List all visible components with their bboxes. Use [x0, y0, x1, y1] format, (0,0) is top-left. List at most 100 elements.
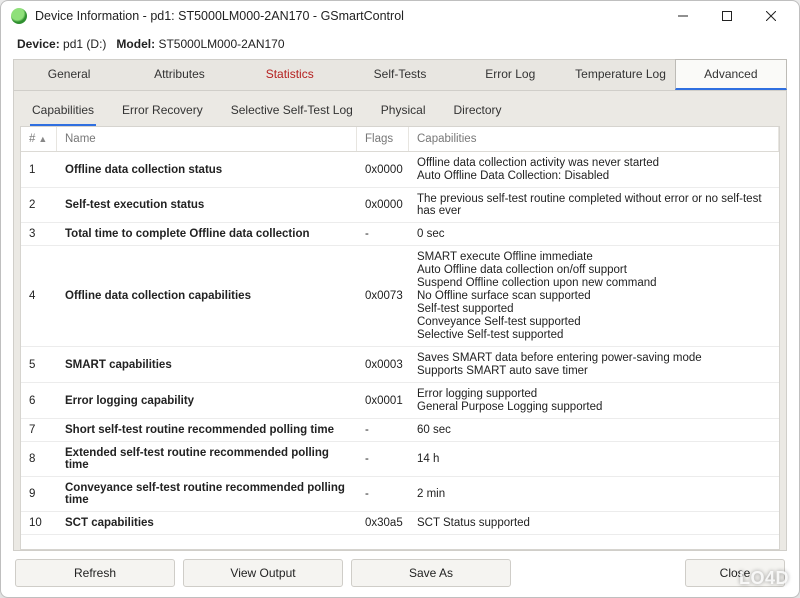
- tab-error-log[interactable]: Error Log: [455, 60, 565, 90]
- capability-line: Offline data collection activity was nev…: [417, 157, 771, 169]
- table-row[interactable]: 4Offline data collection capabilities0x0…: [21, 246, 779, 347]
- cell-number: 7: [21, 419, 57, 441]
- capability-line: Error logging supported: [417, 388, 771, 400]
- cell-number: 8: [21, 448, 57, 470]
- tab-general[interactable]: General: [14, 60, 124, 90]
- capability-line: The previous self-test routine completed…: [417, 193, 771, 217]
- sub-panel: Capabilities Error Recovery Selective Self…: [13, 90, 787, 551]
- content-area: Device: pd1 (D:) Model: ST5000LM000-2AN1…: [1, 31, 799, 597]
- cell-capabilities: Saves SMART data before entering power-s…: [409, 347, 779, 382]
- cell-flags: -: [357, 419, 409, 441]
- col-header-flags[interactable]: Flags: [357, 127, 409, 151]
- capability-line: Saves SMART data before entering power-s…: [417, 352, 771, 364]
- cell-name: Total time to complete Offline data coll…: [57, 223, 357, 245]
- cell-number: 1: [21, 159, 57, 181]
- minimize-icon: [678, 11, 688, 21]
- subtab-directory[interactable]: Directory: [451, 97, 503, 126]
- device-value: pd1 (D:): [63, 37, 106, 51]
- cell-flags: 0x0000: [357, 159, 409, 181]
- capability-line: SMART execute Offline immediate: [417, 251, 771, 263]
- button-bar: Refresh View Output Save As Close: [13, 551, 787, 589]
- capability-line: SCT Status supported: [417, 517, 771, 529]
- capability-line: General Purpose Logging supported: [417, 401, 771, 413]
- tab-statistics[interactable]: Statistics: [235, 60, 345, 90]
- table-row[interactable]: 9Conveyance self-test routine recommende…: [21, 477, 779, 512]
- col-header-number[interactable]: #▲: [21, 127, 57, 151]
- close-icon: [766, 11, 776, 21]
- app-icon: [11, 8, 27, 24]
- tab-self-tests[interactable]: Self-Tests: [345, 60, 455, 90]
- cell-flags: -: [357, 448, 409, 470]
- maximize-button[interactable]: [705, 2, 749, 30]
- close-window-button[interactable]: [749, 2, 793, 30]
- cell-number: 5: [21, 354, 57, 376]
- window-title: Device Information - pd1: ST5000LM000-2A…: [35, 9, 661, 23]
- cell-name: Offline data collection status: [57, 159, 357, 181]
- capability-line: 14 h: [417, 453, 771, 465]
- sort-asc-icon: ▲: [38, 134, 47, 144]
- table-row[interactable]: 5SMART capabilities0x0003Saves SMART dat…: [21, 347, 779, 383]
- refresh-button[interactable]: Refresh: [15, 559, 175, 587]
- table-row[interactable]: 3Total time to complete Offline data col…: [21, 223, 779, 246]
- table-row[interactable]: 6Error logging capability0x0001Error log…: [21, 383, 779, 419]
- table-row[interactable]: 8Extended self-test routine recommended …: [21, 442, 779, 477]
- tab-temperature-log[interactable]: Temperature Log: [565, 60, 675, 90]
- col-header-capabilities[interactable]: Capabilities: [409, 127, 779, 151]
- spacer: [519, 559, 677, 587]
- cell-number: 10: [21, 512, 57, 534]
- table-body[interactable]: 1Offline data collection status0x0000 Off…: [21, 152, 779, 549]
- window-controls: [661, 2, 793, 30]
- cell-capabilities: The previous self-test routine completed…: [409, 188, 779, 222]
- minimize-button[interactable]: [661, 2, 705, 30]
- capability-line: Selective Self-test supported: [417, 329, 771, 341]
- sub-tab-bar: Capabilities Error Recovery Selective Self…: [20, 97, 780, 126]
- capability-line: Self-test supported: [417, 303, 771, 315]
- cell-name: Offline data collection capabilities: [57, 285, 357, 307]
- table-row[interactable]: 2Self-test execution status0x0000The pre…: [21, 188, 779, 223]
- cell-number: 9: [21, 483, 57, 505]
- save-as-button[interactable]: Save As: [351, 559, 511, 587]
- subtab-capabilities[interactable]: Capabilities: [30, 97, 96, 126]
- table-header: #▲ Name Flags Capabilities: [21, 127, 779, 152]
- capability-line: No Offline surface scan supported: [417, 290, 771, 302]
- model-value: ST5000LM000-2AN170: [158, 37, 284, 51]
- cell-capabilities: Error logging supportedGeneral Purpose L…: [409, 383, 779, 418]
- cell-capabilities: Offline data collection activity was nev…: [409, 152, 779, 187]
- cell-capabilities: SMART execute Offline immediateAuto Offl…: [409, 246, 779, 346]
- cell-flags: -: [357, 223, 409, 245]
- subtab-physical[interactable]: Physical: [379, 97, 428, 126]
- capability-line: Auto Offline data collection on/off supp…: [417, 264, 771, 276]
- table-row[interactable]: 10SCT capabilities0x30a5SCT Status suppo…: [21, 512, 779, 535]
- device-label: Device:: [17, 37, 60, 51]
- subtab-selective-self-test-log[interactable]: Selective Self-Test Log: [229, 97, 355, 126]
- cell-name: Short self-test routine recommended poll…: [57, 419, 357, 441]
- cell-name: Error logging capability: [57, 390, 357, 412]
- cell-flags: -: [357, 483, 409, 505]
- tab-advanced[interactable]: Advanced: [675, 59, 787, 90]
- capability-line: Auto Offline Data Collection: Disabled: [417, 170, 771, 182]
- tab-attributes[interactable]: Attributes: [124, 60, 234, 90]
- col-header-name[interactable]: Name: [57, 127, 357, 151]
- cell-capabilities: SCT Status supported: [409, 512, 779, 534]
- capabilities-table: #▲ Name Flags Capabilities 1Offline data…: [20, 126, 780, 550]
- cell-flags: 0x0001: [357, 390, 409, 412]
- cell-name: Conveyance self-test routine recommended…: [57, 477, 357, 511]
- cell-name: Self-test execution status: [57, 194, 357, 216]
- capability-line: 0 sec: [417, 228, 771, 240]
- capability-line: Supports SMART auto save timer: [417, 365, 771, 377]
- cell-number: 3: [21, 223, 57, 245]
- capability-line: Conveyance Self-test supported: [417, 316, 771, 328]
- cell-flags: 0x30a5: [357, 512, 409, 534]
- table-row[interactable]: 1Offline data collection status0x0000 Off…: [21, 152, 779, 188]
- table-row[interactable]: 7Short self-test routine recommended pol…: [21, 419, 779, 442]
- cell-name: SMART capabilities: [57, 354, 357, 376]
- close-button[interactable]: Close: [685, 559, 785, 587]
- device-info-line: Device: pd1 (D:) Model: ST5000LM000-2AN1…: [13, 35, 787, 59]
- view-output-button[interactable]: View Output: [183, 559, 343, 587]
- titlebar: Device Information - pd1: ST5000LM000-2A…: [1, 1, 799, 31]
- subtab-error-recovery[interactable]: Error Recovery: [120, 97, 205, 126]
- capability-line: Suspend Offline collection upon new comm…: [417, 277, 771, 289]
- cell-name: Extended self-test routine recommended p…: [57, 442, 357, 476]
- cell-flags: 0x0000: [357, 194, 409, 216]
- cell-capabilities: 0 sec: [409, 223, 779, 245]
